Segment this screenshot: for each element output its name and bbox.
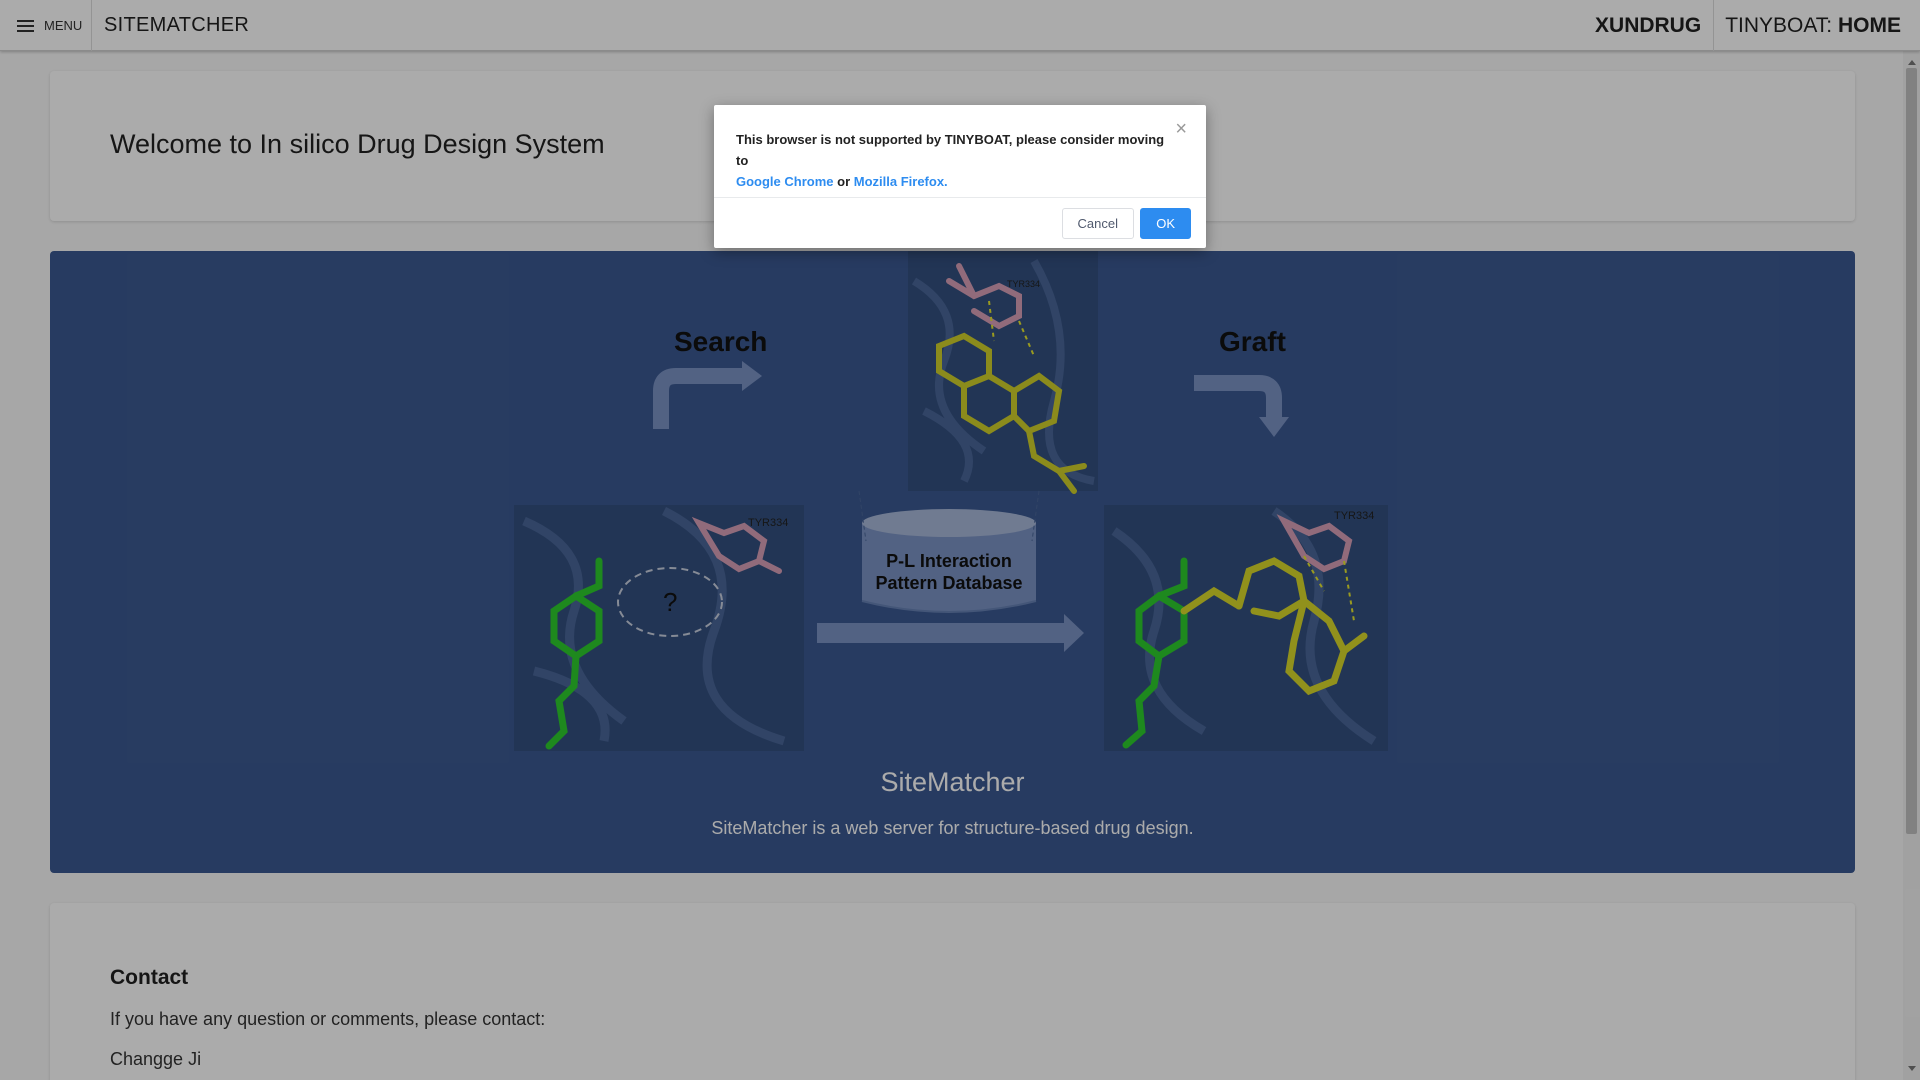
cancel-button[interactable]: Cancel: [1061, 208, 1134, 239]
mozilla-firefox-link[interactable]: Mozilla Firefox.: [854, 174, 948, 189]
dialog-message-text: This browser is not supported by TINYBOA…: [736, 132, 1165, 168]
dialog-footer: Cancel OK: [714, 197, 1206, 248]
dialog-message: This browser is not supported by TINYBOA…: [736, 129, 1176, 192]
browser-warning-dialog: × This browser is not supported by TINYB…: [714, 105, 1206, 248]
or-text: or: [837, 174, 851, 189]
close-icon[interactable]: ×: [1175, 119, 1187, 139]
ok-button[interactable]: OK: [1140, 208, 1191, 239]
google-chrome-link[interactable]: Google Chrome: [736, 174, 834, 189]
